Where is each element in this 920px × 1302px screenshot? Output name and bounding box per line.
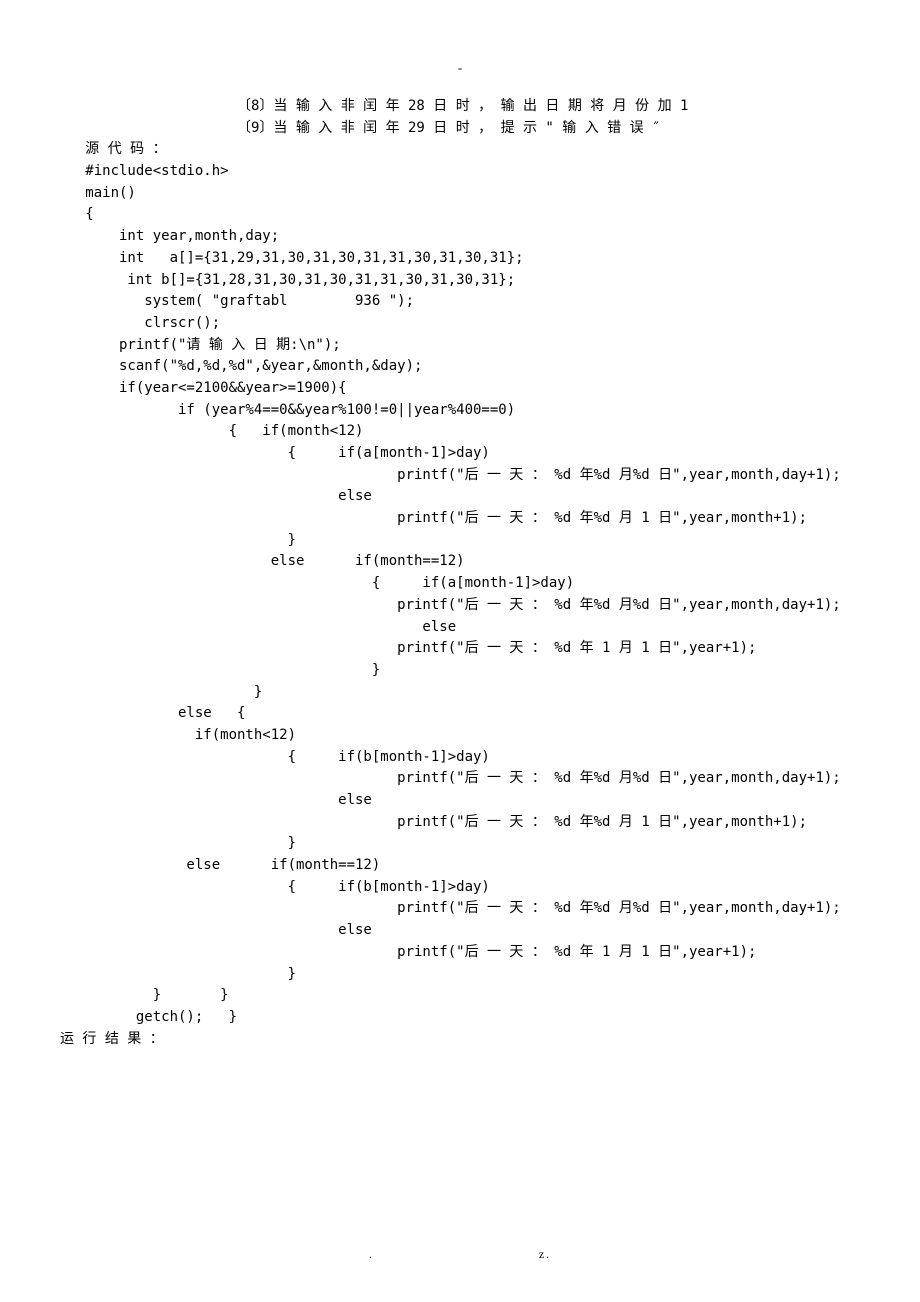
code-line: else [60, 486, 860, 508]
code-line: if(year<=2100&&year>=1900){ [60, 378, 860, 400]
code-line: } [60, 660, 860, 682]
code-line: else if(month==12) [60, 551, 860, 573]
page-footer: . z. [0, 1247, 920, 1262]
code-line: } [60, 964, 860, 986]
top-dash: - [60, 60, 860, 76]
code-line: int year,month,day; [60, 226, 860, 248]
code-line: else [60, 790, 860, 812]
code-line: printf("后 一 天 ： %d 年%d 月%d 日",year,month… [60, 465, 860, 487]
code-line: printf("后 一 天 ： %d 年%d 月%d 日",year,month… [60, 595, 860, 617]
code-line: { [60, 204, 860, 226]
code-line: if(month<12) [60, 725, 860, 747]
code-line: 〔9〕当 输 入 非 闰 年 29 日 时 ， 提 示 " 输 入 错 误 ″ [60, 118, 860, 140]
code-line: int b[]={31,28,31,30,31,30,31,31,30,31,3… [60, 270, 860, 292]
code-line: getch(); } [60, 1007, 860, 1029]
code-line: 〔8〕当 输 入 非 闰 年 28 日 时 ， 输 出 日 期 将 月 份 加 … [60, 96, 860, 118]
code-line: printf("后 一 天 ： %d 年%d 月%d 日",year,month… [60, 898, 860, 920]
code-line: system( "graftabl 936 "); [60, 291, 860, 313]
code-line: main() [60, 183, 860, 205]
code-line: { if(b[month-1]>day) [60, 877, 860, 899]
code-line: else [60, 617, 860, 639]
code-line: printf("后 一 天 ： %d 年 1 月 1 日",year+1); [60, 638, 860, 660]
code-line: { if(month<12) [60, 421, 860, 443]
footer-left: . [369, 1247, 374, 1262]
code-line: printf("后 一 天 ： %d 年%d 月 1 日",year,month… [60, 508, 860, 530]
code-line: printf("后 一 天 ： %d 年%d 月%d 日",year,month… [60, 768, 860, 790]
code-line: else if(month==12) [60, 855, 860, 877]
code-line: printf("后 一 天 ： %d 年 1 月 1 日",year+1); [60, 942, 860, 964]
code-line: clrscr(); [60, 313, 860, 335]
footer-right: z. [539, 1247, 551, 1262]
code-line: scanf("%d,%d,%d",&year,&month,&day); [60, 356, 860, 378]
code-line: } [60, 530, 860, 552]
code-line: } } [60, 985, 860, 1007]
document-content: 〔8〕当 输 入 非 闰 年 28 日 时 ， 输 出 日 期 将 月 份 加 … [60, 96, 860, 1050]
code-line: { if(a[month-1]>day) [60, 573, 860, 595]
code-line: } [60, 682, 860, 704]
code-line: { if(a[month-1]>day) [60, 443, 860, 465]
code-line: #include<stdio.h> [60, 161, 860, 183]
code-line: printf("后 一 天 ： %d 年%d 月 1 日",year,month… [60, 812, 860, 834]
code-line: { if(b[month-1]>day) [60, 747, 860, 769]
code-line: 运 行 结 果 ： [60, 1029, 860, 1051]
code-line: else [60, 920, 860, 942]
code-line: } [60, 833, 860, 855]
code-line: printf("请 输 入 日 期:\n"); [60, 335, 860, 357]
code-line: if (year%4==0&&year%100!=0||year%400==0) [60, 400, 860, 422]
code-line: 源 代 码 ： [60, 139, 860, 161]
code-line: int a[]={31,29,31,30,31,30,31,31,30,31,3… [60, 248, 860, 270]
code-line: else { [60, 703, 860, 725]
